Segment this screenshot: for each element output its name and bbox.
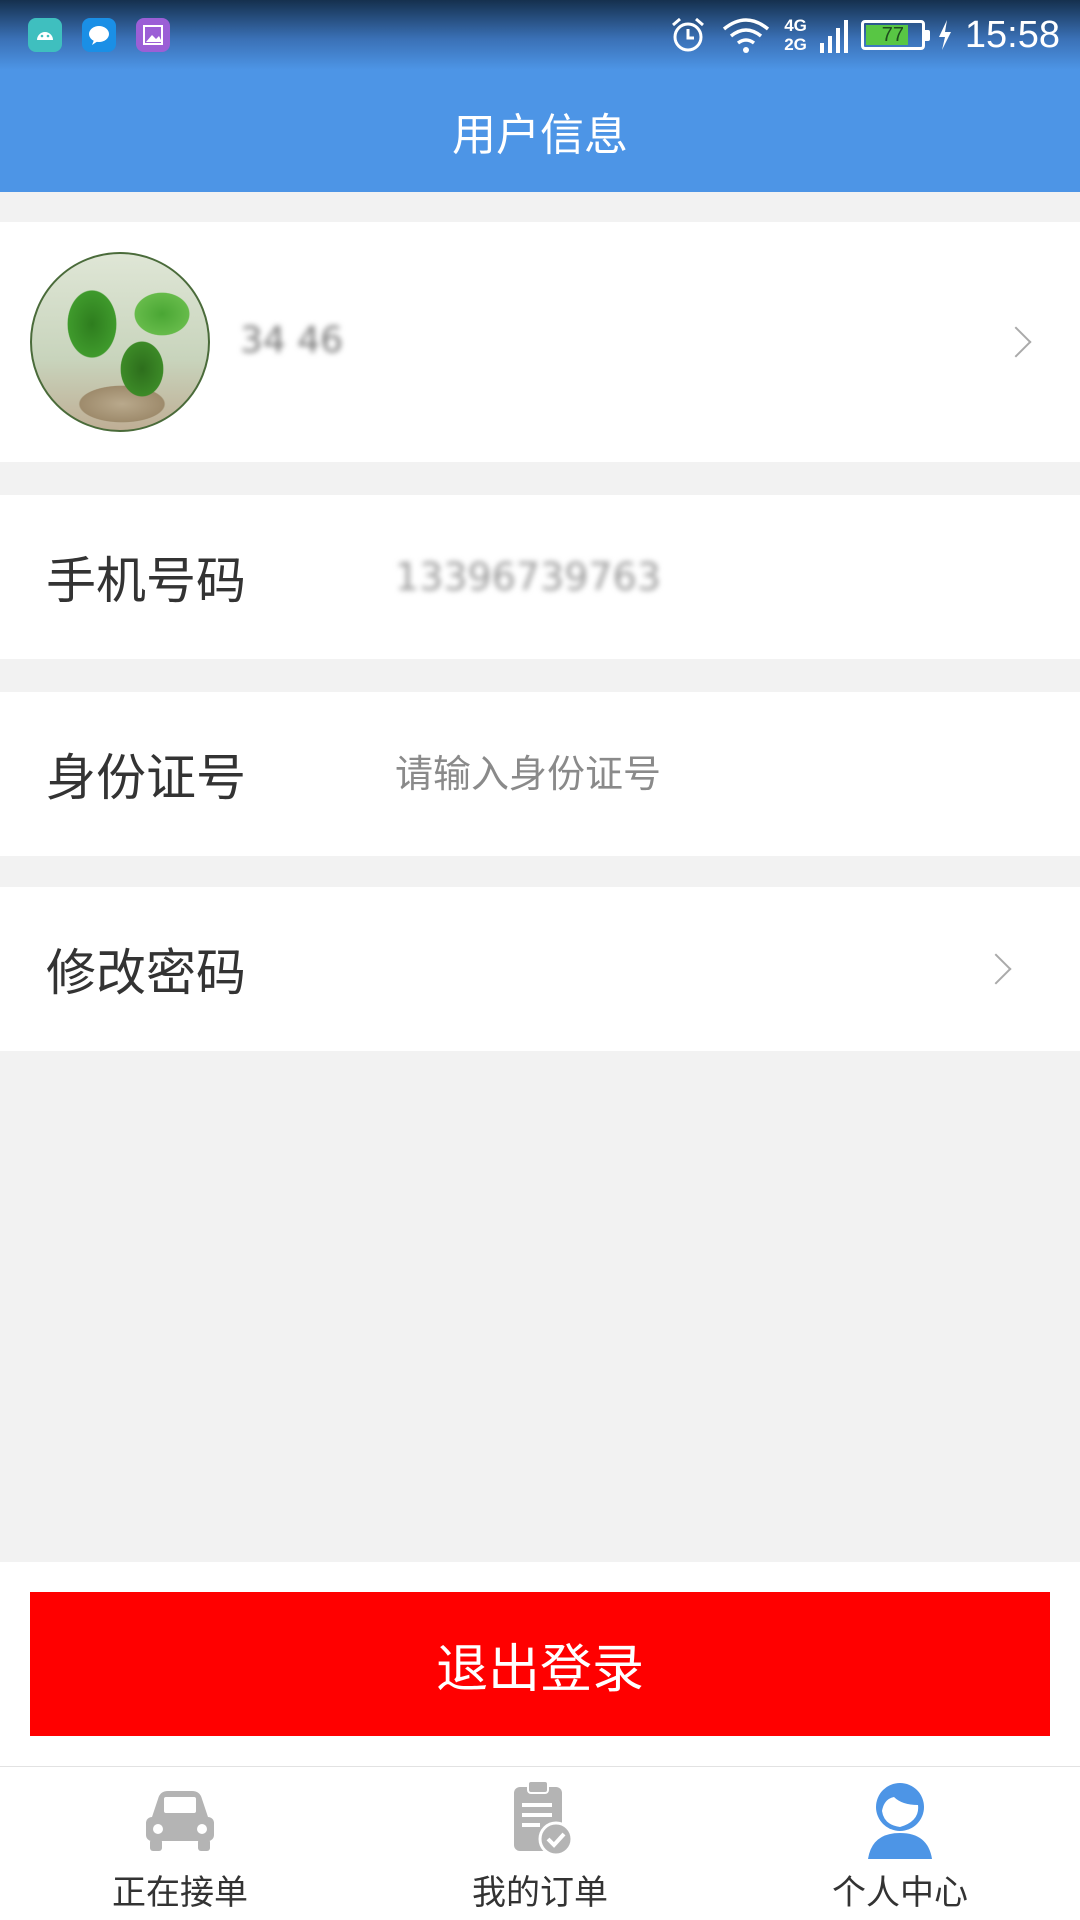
chevron-right-icon <box>1000 326 1032 358</box>
clipboard-check-icon <box>514 1780 574 1857</box>
network-2g: 2G <box>784 35 807 54</box>
avatar[interactable] <box>30 252 210 432</box>
alarm-icon <box>672 17 705 52</box>
logout-button[interactable]: 退出登录 <box>30 1592 1050 1736</box>
person-icon <box>868 1783 932 1859</box>
android-icon <box>28 18 62 52</box>
id-number-row: 身份证号 <box>0 692 1080 856</box>
change-password-label: 修改密码 <box>46 944 246 1002</box>
nav-item-my-orders[interactable]: 我的订单 <box>360 1767 720 1920</box>
chevron-right-icon <box>980 953 1012 985</box>
network-type: 4G 2G <box>784 16 807 54</box>
battery-icon: 77 <box>860 20 930 50</box>
change-password-row[interactable]: 修改密码 <box>0 887 1080 1051</box>
message-icon <box>82 18 116 52</box>
id-number-label: 身份证号 <box>46 749 246 807</box>
nav-item-taking-orders[interactable]: 正在接单 <box>0 1767 360 1920</box>
status-bar: 4G 2G 77 15:58 <box>0 0 1080 70</box>
nav-label: 我的订单 <box>472 1873 608 1913</box>
charging-icon <box>938 20 951 50</box>
battery-level: 77 <box>881 24 905 46</box>
phone-row: 手机号码 13396739763 <box>0 495 1080 659</box>
car-icon <box>146 1791 214 1851</box>
phone-value: 13396739763 <box>395 555 661 599</box>
signal-icon <box>819 20 848 53</box>
nav-label: 个人中心 <box>832 1873 968 1913</box>
status-time: 15:58 <box>964 13 1060 56</box>
username: 34 46 <box>240 320 344 361</box>
profile-row[interactable]: 34 46 <box>0 222 1080 462</box>
logout-label: 退出登录 <box>435 1639 644 1700</box>
app-header: 用户信息 <box>0 70 1080 192</box>
phone-label: 手机号码 <box>46 552 246 610</box>
bottom-nav: 正在接单 我的订单 个人中心 <box>0 1766 1080 1920</box>
nav-item-personal-center[interactable]: 个人中心 <box>720 1767 1080 1920</box>
wifi-icon <box>723 18 770 53</box>
gallery-icon <box>136 18 170 52</box>
page-title: 用户信息 <box>452 110 628 161</box>
network-4g: 4G <box>784 16 807 35</box>
nav-label: 正在接单 <box>112 1873 248 1913</box>
id-number-input[interactable] <box>395 742 995 806</box>
